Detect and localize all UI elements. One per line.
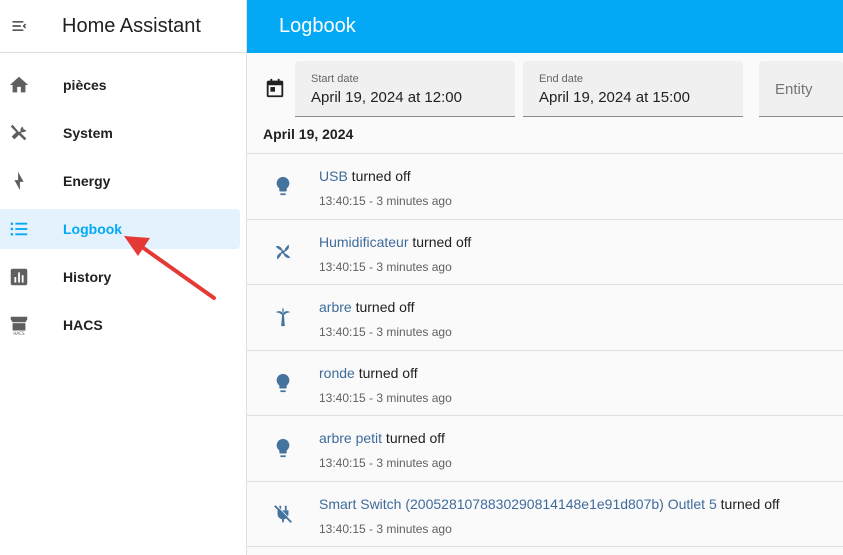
sidebar-header: Home Assistant: [0, 0, 246, 53]
entry-timestamp: 13:40:15 - 3 minutes ago: [319, 390, 452, 405]
page-title: Logbook: [279, 15, 356, 37]
date-heading: April 19, 2024: [263, 126, 354, 142]
entity-link[interactable]: Smart Switch (2005281078830290814148e1e9…: [319, 496, 717, 512]
entity-link[interactable]: arbre petit: [319, 430, 382, 446]
entry-action: turned off: [716, 495, 780, 512]
svg-text:HACS: HACS: [13, 331, 25, 336]
filter-bar: Start date April 19, 2024 at 12:00 End d…: [247, 53, 843, 123]
end-date-value: April 19, 2024 at 15:00: [539, 89, 690, 106]
sidebar-item-label: System: [63, 125, 113, 141]
start-date-field[interactable]: Start date April 19, 2024 at 12:00: [295, 61, 515, 117]
fan-icon: [271, 240, 295, 264]
entry-action: turned off: [347, 168, 411, 184]
end-date-label: End date: [539, 73, 584, 85]
entry-message: arbre turned off: [319, 299, 414, 315]
lightbulb-icon: [271, 371, 295, 395]
lightbulb-icon: [271, 436, 295, 460]
chart-box-icon: [7, 265, 31, 289]
entry-timestamp: 13:40:15 - 3 minutes ago: [319, 194, 452, 208]
entry-message: ronde turned off: [319, 365, 418, 381]
sidebar-item-label: Energy: [63, 173, 111, 189]
log-entry: Humidificateur turned off 13:40:15 - 3 m…: [247, 220, 843, 285]
palm-tree-icon: [271, 305, 295, 329]
log-entry: arbre turned off 13:40:15 - 3 minutes ag…: [247, 285, 843, 351]
entry-timestamp: 13:40:15 - 3 minutes ago: [319, 521, 452, 536]
sidebar-item-label: History: [63, 269, 112, 285]
top-app-bar: Logbook: [247, 0, 843, 53]
hacs-store-icon: HACS: [7, 313, 31, 337]
log-entry: ronde turned off 13:40:15 - 3 minutes ag…: [247, 351, 843, 416]
logbook-list: USB turned off 13:40:15 - 3 minutes ago …: [247, 153, 843, 547]
menu-collapse-icon[interactable]: [2, 8, 38, 44]
home-icon: [7, 73, 31, 97]
entity-link[interactable]: arbre: [319, 299, 352, 315]
list-icon: [7, 217, 31, 241]
lightbulb-icon: [271, 174, 295, 198]
entry-timestamp: 13:40:15 - 3 minutes ago: [319, 456, 452, 470]
end-date-field[interactable]: End date April 19, 2024 at 15:00: [523, 61, 743, 117]
entity-link[interactable]: ronde: [319, 365, 355, 381]
entity-link[interactable]: Humidificateur: [319, 234, 408, 250]
power-plug-off-icon: [271, 502, 295, 526]
sidebar-nav: pièces System Energy Logbook History HAC…: [0, 53, 246, 345]
start-date-label: Start date: [311, 73, 359, 85]
sidebar-item-pieces[interactable]: pièces: [0, 65, 240, 105]
entry-action: turned off: [382, 430, 445, 446]
entry-message: Smart Switch (2005281078830290814148e1e9…: [319, 496, 780, 512]
app-title: Home Assistant: [62, 14, 201, 37]
entry-message: arbre petit turned off: [319, 430, 445, 446]
entry-message: Humidificateur turned off: [319, 234, 471, 250]
entry-timestamp: 13:40:15 - 3 minutes ago: [319, 325, 452, 339]
entity-link[interactable]: USB: [319, 168, 348, 184]
entity-placeholder: Entity: [775, 81, 813, 98]
entry-action: turned off: [354, 364, 418, 381]
log-entry: USB turned off 13:40:15 - 3 minutes ago: [247, 154, 843, 220]
tools-icon: [7, 121, 31, 145]
entry-action: turned off: [408, 233, 472, 250]
sidebar-item-energy[interactable]: Energy: [0, 161, 240, 201]
entry-timestamp: 13:40:15 - 3 minutes ago: [319, 259, 452, 274]
calendar-icon[interactable]: [264, 77, 286, 104]
entity-picker[interactable]: Entity: [759, 61, 843, 117]
sidebar-item-logbook[interactable]: Logbook: [0, 209, 240, 249]
log-entry: arbre petit turned off 13:40:15 - 3 minu…: [247, 416, 843, 482]
sidebar-item-label: HACS: [63, 317, 103, 333]
sidebar-item-label: pièces: [63, 77, 107, 93]
sidebar: Home Assistant pièces System Energy Logb…: [0, 0, 247, 555]
sidebar-item-label: Logbook: [63, 221, 123, 237]
log-entry: Smart Switch (2005281078830290814148e1e9…: [247, 482, 843, 547]
sidebar-item-system[interactable]: System: [0, 113, 240, 153]
entry-message: USB turned off: [319, 168, 411, 184]
sidebar-item-history[interactable]: History: [0, 257, 240, 297]
start-date-value: April 19, 2024 at 12:00: [311, 89, 462, 106]
entry-action: turned off: [351, 299, 415, 315]
sidebar-item-hacs[interactable]: HACS HACS: [0, 305, 240, 345]
lightning-bolt-icon: [7, 169, 31, 193]
